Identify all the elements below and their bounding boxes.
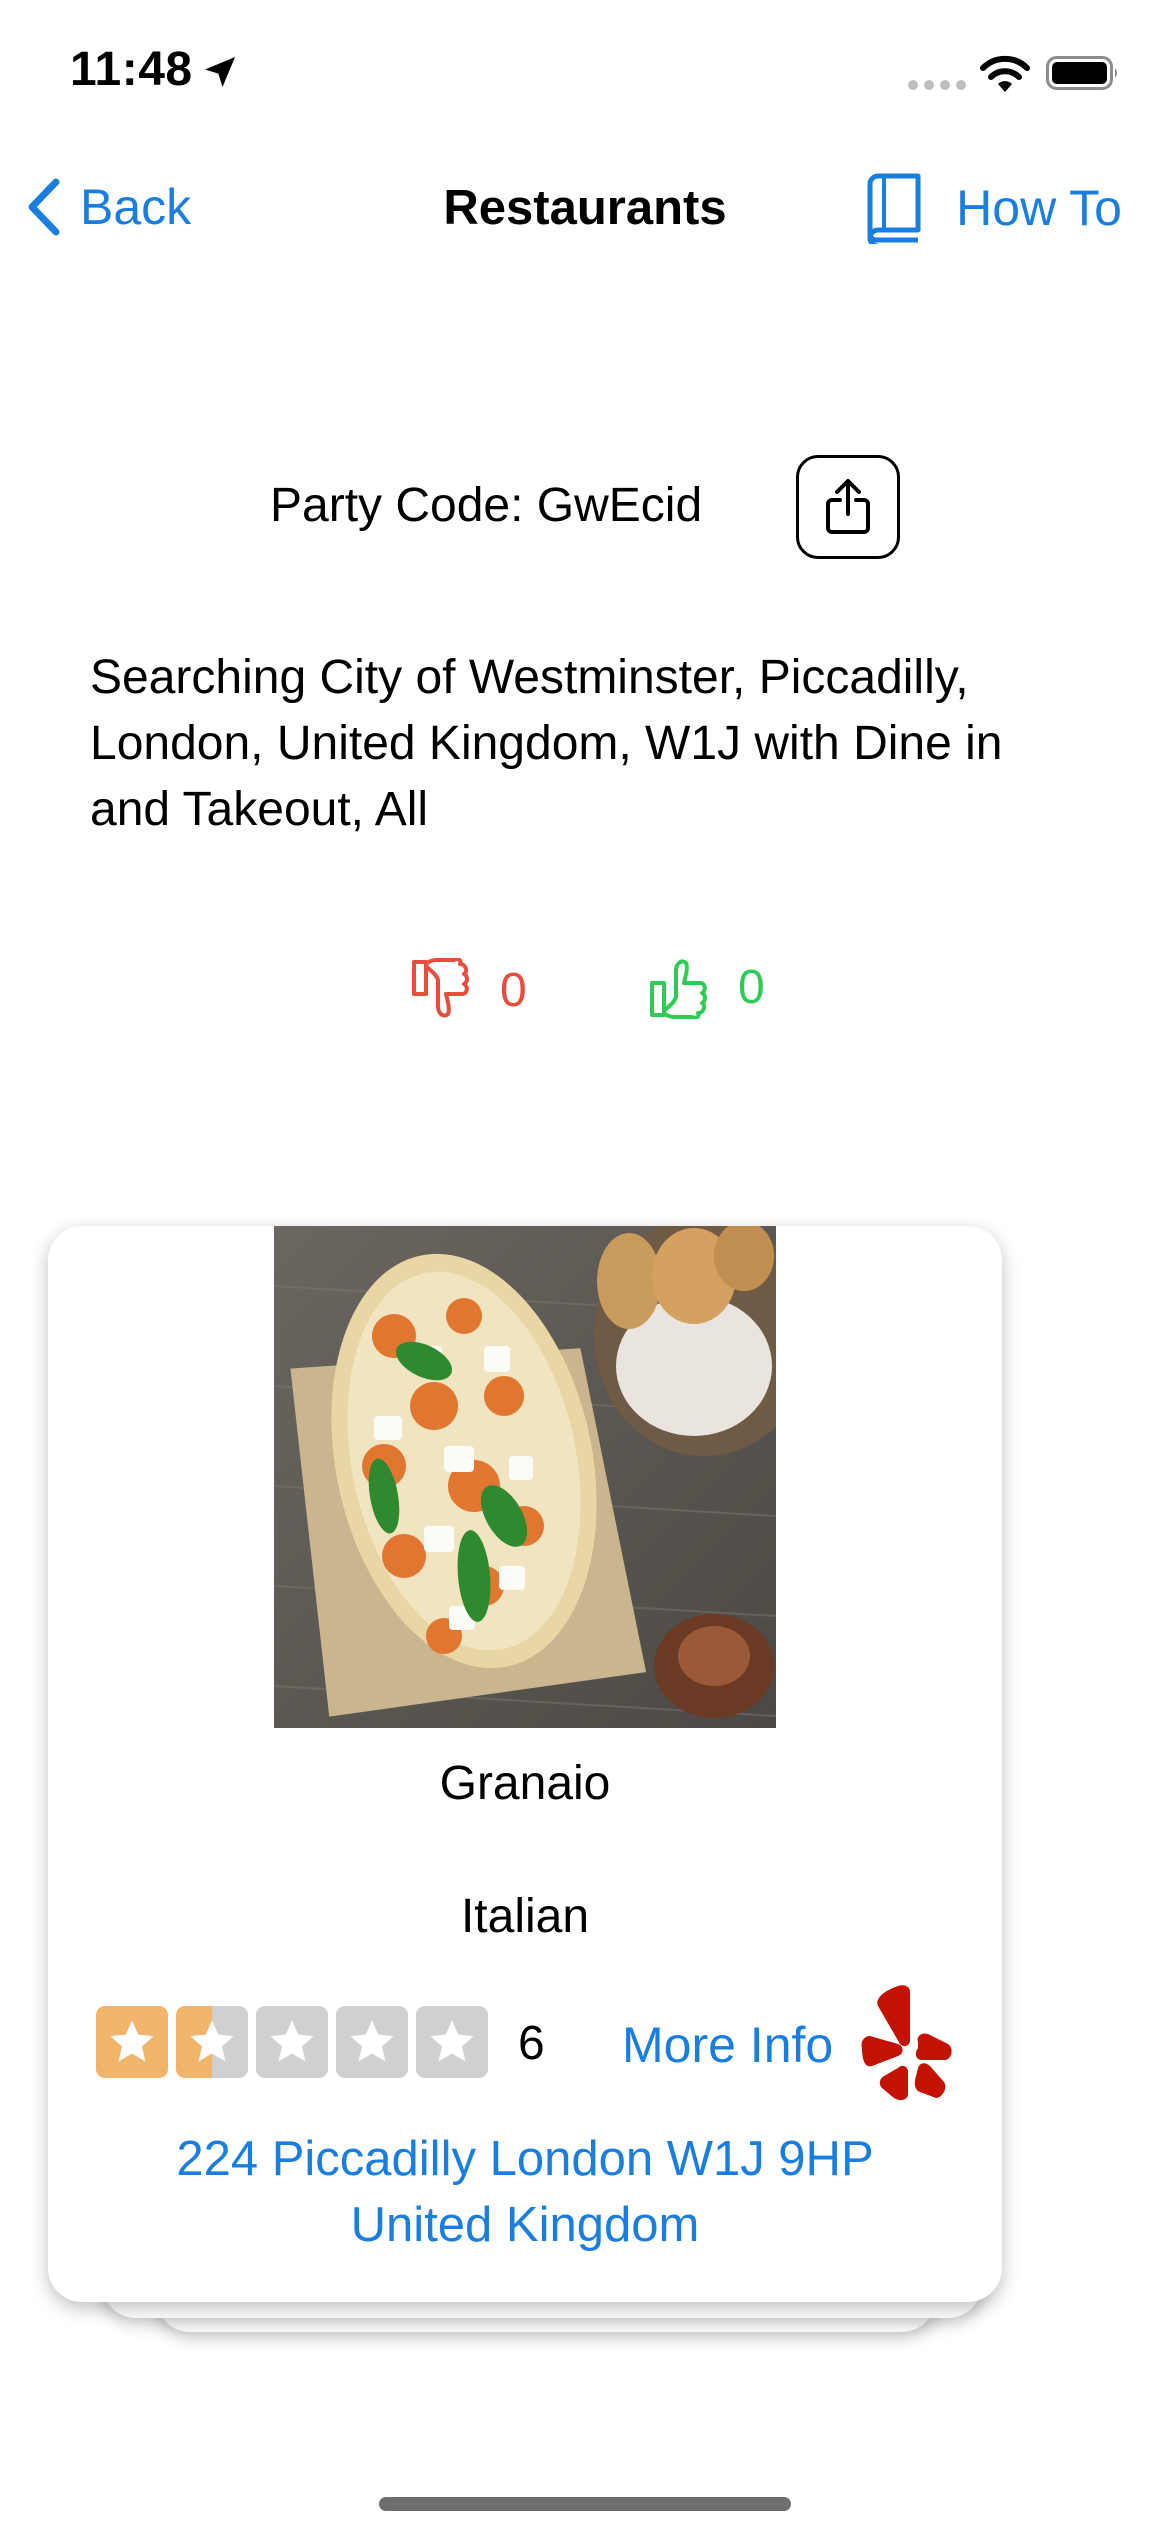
dislike-button[interactable]: 0 [410, 958, 527, 1022]
star-1 [96, 2006, 168, 2078]
thumbs-down-icon [412, 958, 469, 1018]
more-info-link[interactable]: More Info [622, 2016, 833, 2074]
chevron-left-icon [28, 178, 60, 236]
address-line-2: United Kingdom [350, 2198, 700, 2252]
address-line-1: 224 Piccadilly London W1J 9HP [176, 2132, 874, 2186]
star-icon [350, 2020, 394, 2062]
how-to-label: How To [956, 180, 1122, 236]
cellular-signal-icon [908, 80, 966, 90]
star-4 [336, 2006, 408, 2078]
thumbs-up-icon [650, 959, 707, 1019]
restaurant-cuisine: Italian [460, 1890, 590, 1943]
star-icon [430, 2020, 474, 2062]
yelp-logo-icon[interactable] [858, 1982, 954, 2104]
like-count: 0 [738, 960, 765, 1014]
like-button[interactable]: 0 [648, 955, 765, 1019]
search-description: Searching City of Westminster, Piccadill… [90, 651, 1003, 836]
wifi-icon [980, 55, 1030, 92]
restaurant-photo [274, 1226, 776, 1728]
book-icon [867, 173, 921, 244]
back-button[interactable]: Back [26, 178, 191, 236]
star-rating [96, 2006, 488, 2078]
star-5 [416, 2006, 488, 2078]
party-code: Party Code: GwEcid [270, 479, 703, 532]
battery-icon [1046, 56, 1117, 90]
how-to-button[interactable]: How To [866, 172, 1122, 244]
star-3 [256, 2006, 328, 2078]
back-label: Back [80, 179, 192, 235]
address-link[interactable]: 224 Piccadilly London W1J 9HP United Kin… [48, 2126, 1002, 2258]
status-time: 11:48 [70, 43, 193, 96]
star-icon [110, 2020, 154, 2062]
dislike-count: 0 [500, 963, 527, 1017]
star-2 [176, 2006, 248, 2078]
review-count: 6 [518, 2017, 545, 2070]
share-button[interactable] [796, 455, 900, 559]
restaurant-card[interactable]: Granaio Italian 6 More Info 224 Piccadil… [48, 1226, 1002, 2302]
star-icon [190, 2020, 234, 2062]
star-icon [270, 2020, 314, 2062]
home-indicator[interactable] [379, 2497, 791, 2511]
restaurant-name: Granaio [439, 1757, 611, 1810]
location-arrow-icon [205, 57, 235, 87]
share-icon [826, 479, 870, 534]
